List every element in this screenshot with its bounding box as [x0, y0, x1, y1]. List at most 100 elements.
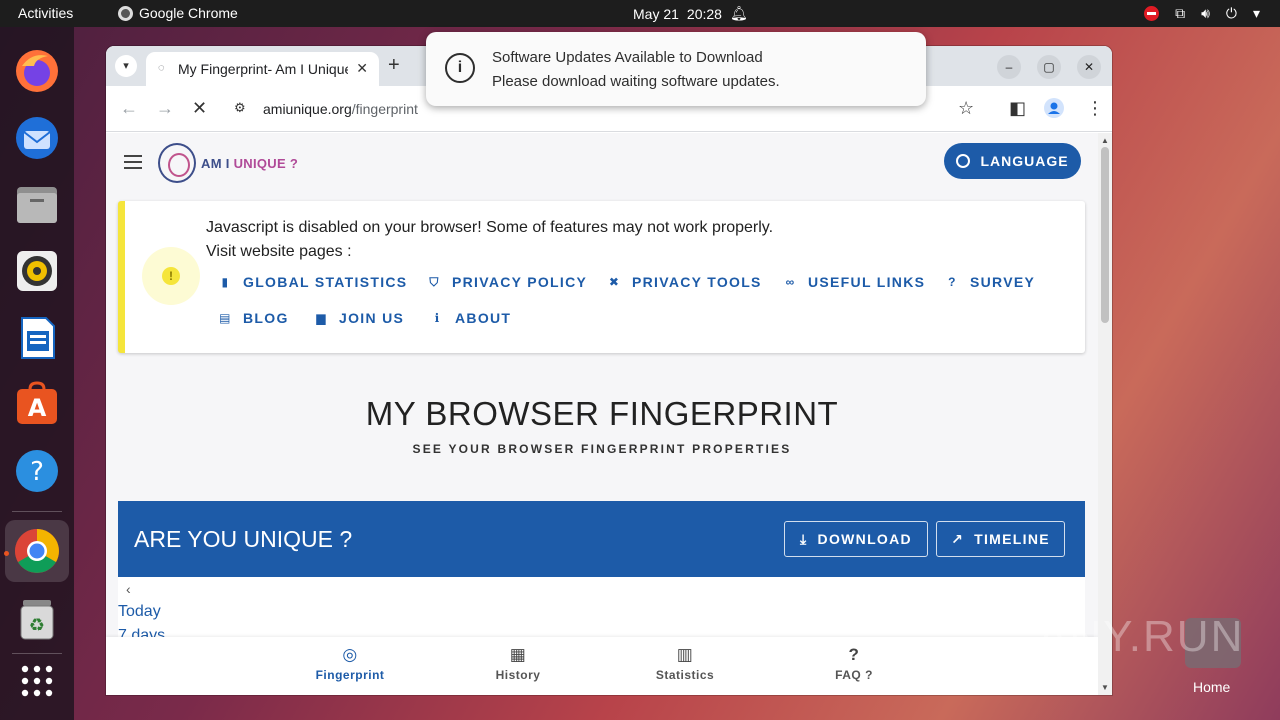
- fingerprint-logo-icon[interactable]: [158, 143, 196, 183]
- language-button[interactable]: LANGUAGE: [944, 143, 1081, 179]
- card-title: ARE YOU UNIQUE ?: [134, 526, 353, 552]
- help-icon[interactable]: ?: [13, 447, 61, 495]
- scroll-up-icon[interactable]: ▲: [1101, 136, 1109, 145]
- alert-visit-text: Visit website pages :: [206, 243, 352, 260]
- app-menu[interactable]: Google Chrome: [118, 5, 238, 21]
- site-info-icon[interactable]: ⚙: [234, 100, 246, 116]
- blog-icon: ▤: [219, 311, 232, 325]
- page-title: MY BROWSER FINGERPRINT: [365, 395, 839, 432]
- minimize-button[interactable]: –: [997, 55, 1021, 79]
- briefcase-icon: ▆: [316, 311, 327, 325]
- card-header: ARE YOU UNIQUE ? ⤓ DOWNLOAD ↗ TIMELINE: [118, 501, 1085, 577]
- time: 20:28: [686, 5, 722, 22]
- info-icon: i: [445, 53, 475, 83]
- dock: A ? ♻: [0, 27, 74, 720]
- forward-icon[interactable]: →: [156, 98, 174, 119]
- maximize-button[interactable]: ▢: [1037, 55, 1061, 79]
- app-center-icon[interactable]: A: [13, 380, 61, 428]
- firefox-icon[interactable]: [13, 47, 61, 95]
- link-privacy-tools[interactable]: ✖ PRIVACY TOOLS: [607, 274, 762, 290]
- nav-fingerprint[interactable]: ◎ Fingerprint: [314, 645, 386, 682]
- page-subtitle: SEE YOUR BROWSER FINGERPRINT PROPERTIES: [412, 442, 792, 456]
- chrome-window: ▾ ◌ My Fingerprint- Am I Unique ✕ + – ▢ …: [106, 46, 1112, 695]
- link-global-statistics[interactable]: ▮ GLOBAL STATISTICS: [218, 274, 407, 290]
- tab-fingerprint[interactable]: ◌ My Fingerprint- Am I Unique ✕: [146, 52, 379, 86]
- site-logo-text[interactable]: AM I UNIQUE ?: [201, 156, 298, 171]
- hamburger-menu-icon[interactable]: [124, 155, 142, 173]
- home-label[interactable]: Home: [1193, 679, 1230, 695]
- link-privacy-policy[interactable]: ⛉ PRIVACY POLICY: [427, 274, 587, 290]
- software-update-notification[interactable]: i Software Updates Available to Download…: [426, 32, 926, 106]
- network-icon[interactable]: ⧉: [1175, 5, 1185, 22]
- scrollbar-thumb[interactable]: [1101, 147, 1109, 323]
- notification-title: Software Updates Available to Download: [492, 49, 763, 66]
- page-scrollbar[interactable]: ▲ ▼: [1098, 133, 1112, 695]
- bottom-navigation: ◎ Fingerprint ▦ History ▥ Statistics ? FAQ ?: [106, 637, 1098, 695]
- nav-history[interactable]: ▦ History: [484, 645, 552, 682]
- help-circle-icon: ?: [948, 275, 957, 289]
- stop-icon[interactable]: ✕: [192, 98, 207, 119]
- activities-button[interactable]: Activities: [18, 5, 73, 21]
- close-window-button[interactable]: ✕: [1077, 55, 1101, 79]
- bar-chart-icon: ▮: [221, 275, 230, 289]
- menu-arrow-icon[interactable]: ▾: [1253, 5, 1260, 22]
- link-blog[interactable]: ▤ BLOG: [218, 310, 289, 326]
- new-tab-button[interactable]: +: [388, 54, 400, 77]
- tab-title: My Fingerprint- Am I Unique: [178, 61, 348, 77]
- link-join-us[interactable]: ▆ JOIN US: [314, 310, 404, 326]
- svg-text:♻: ♻: [29, 615, 45, 636]
- power-icon[interactable]: ⏻: [1226, 5, 1237, 22]
- javascript-alert: ! Javascript is disabled on your browser…: [118, 201, 1085, 353]
- watermark: ANY.RUN: [1038, 612, 1245, 661]
- chrome-dock-icon[interactable]: [13, 527, 61, 575]
- clock[interactable]: May 21 20:28 🔔︎: [633, 5, 748, 22]
- link-survey[interactable]: ? SURVEY: [945, 274, 1035, 290]
- do-not-disturb-icon[interactable]: [1144, 6, 1160, 21]
- url-text[interactable]: amiunique.org/fingerprint: [263, 101, 418, 117]
- side-panel-icon[interactable]: ◧: [1009, 98, 1026, 119]
- range-today-link[interactable]: Today: [118, 603, 161, 621]
- alert-message: Javascript is disabled on your browser! …: [206, 219, 774, 236]
- bell-icon: 🔔︎: [729, 5, 748, 21]
- system-tray[interactable]: ⧉ 🔊︎ ⏻ ▾: [1144, 5, 1260, 22]
- timeline-button[interactable]: ↗ TIMELINE: [936, 521, 1065, 557]
- chevron-left-icon[interactable]: ‹: [126, 581, 131, 597]
- link-icon: ∞: [785, 275, 796, 289]
- back-icon[interactable]: ←: [120, 98, 138, 119]
- faq-icon: ?: [848, 645, 860, 664]
- download-icon: ⤓: [800, 530, 808, 547]
- bookmark-star-icon[interactable]: ☆: [958, 98, 974, 119]
- download-button[interactable]: ⤓ DOWNLOAD: [784, 521, 928, 557]
- rhythmbox-icon[interactable]: [13, 247, 61, 295]
- date: May 21: [633, 5, 679, 22]
- warning-icon: !: [142, 247, 200, 305]
- nav-faq[interactable]: ? FAQ ?: [824, 645, 884, 682]
- show-apps-icon[interactable]: [13, 657, 61, 705]
- thunderbird-icon[interactable]: [13, 114, 61, 162]
- language-label: LANGUAGE: [980, 153, 1069, 169]
- notification-body: Please download waiting software updates…: [492, 73, 780, 90]
- trash-icon[interactable]: ♻: [13, 595, 61, 643]
- tab-search-button[interactable]: ▾: [115, 55, 137, 77]
- tools-icon: ✖: [608, 275, 621, 289]
- trending-icon: ↗: [951, 530, 965, 547]
- link-useful-links[interactable]: ∞ USEFUL LINKS: [783, 274, 925, 290]
- profile-icon[interactable]: [1044, 98, 1064, 123]
- more-menu-icon[interactable]: ⋮: [1086, 98, 1104, 119]
- top-bar: Activities Google Chrome May 21 20:28 🔔︎…: [0, 0, 1280, 27]
- statistics-icon: ▥: [676, 645, 694, 664]
- volume-icon[interactable]: 🔊︎: [1201, 5, 1210, 22]
- svg-text:?: ?: [30, 457, 44, 487]
- info-icon: ℹ: [434, 311, 441, 325]
- tab-close-icon[interactable]: ✕: [356, 60, 368, 77]
- history-icon: ▦: [509, 645, 527, 664]
- scroll-down-icon[interactable]: ▼: [1101, 683, 1109, 692]
- link-about[interactable]: ℹ ABOUT: [430, 310, 511, 326]
- svg-text:A: A: [28, 394, 47, 422]
- shield-icon: ⛉: [429, 274, 440, 289]
- libreoffice-writer-icon[interactable]: [13, 314, 61, 362]
- files-icon[interactable]: [13, 180, 61, 228]
- globe-icon: [956, 154, 971, 168]
- loading-icon: ◌: [158, 62, 165, 74]
- nav-statistics[interactable]: ▥ Statistics: [649, 645, 721, 682]
